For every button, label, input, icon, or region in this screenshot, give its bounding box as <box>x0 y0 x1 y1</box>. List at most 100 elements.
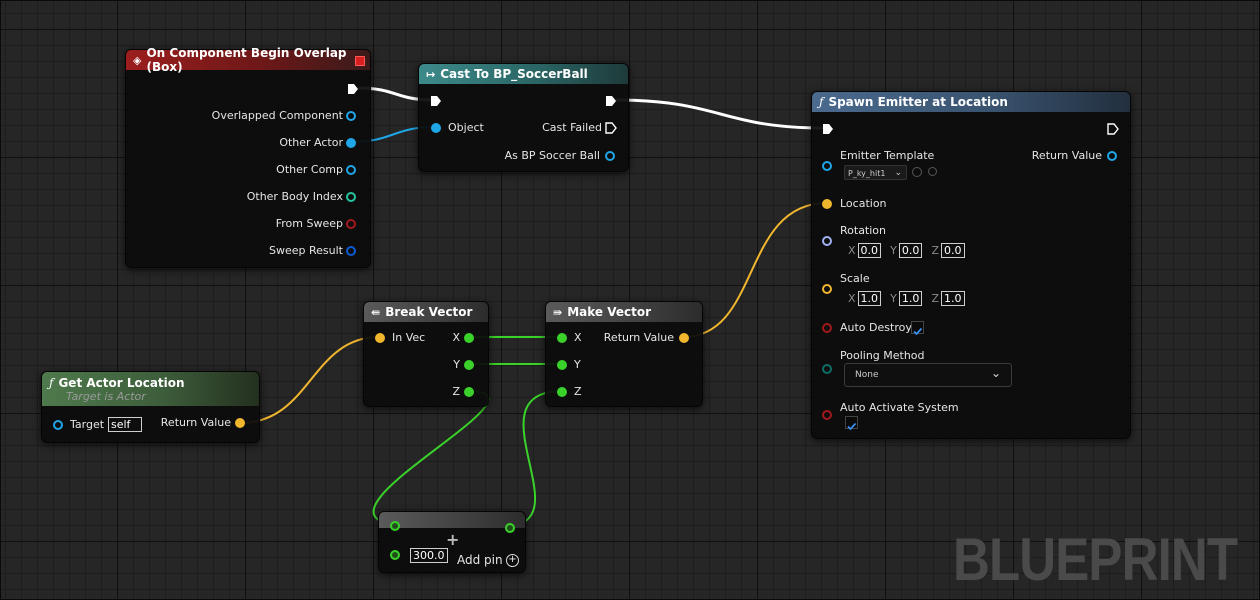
node-subtitle: Target is Actor <box>66 389 146 403</box>
cast-node[interactable]: ↦ Cast To BP_SoccerBall Object Cast Fail… <box>418 63 629 172</box>
rotation-z-input[interactable]: 0.0 <box>941 243 965 258</box>
y-label: Y <box>890 292 897 305</box>
cast-arrow-icon: ↦ <box>426 67 436 81</box>
break-vector-node[interactable]: ⇚ Break Vector In Vec X Y Z <box>363 301 489 407</box>
make-struct-icon: ⇛ <box>553 305 563 319</box>
float-wire-add-to-z[interactable] <box>508 390 562 527</box>
y-label: Y <box>890 244 897 257</box>
exec-output-pin[interactable] <box>605 95 617 107</box>
float-pin-icon[interactable] <box>557 360 567 370</box>
exec-input-pin[interactable] <box>822 123 834 135</box>
int-pin-icon[interactable] <box>346 192 356 202</box>
pin-location: Location <box>840 197 887 210</box>
pin-y: Y <box>453 358 460 371</box>
exec-output-pin[interactable] <box>347 83 359 95</box>
checkmark-icon <box>913 327 923 336</box>
auto-destroy-checkbox[interactable] <box>911 321 924 336</box>
pin-auto-activate-system: Auto Activate System <box>840 401 959 414</box>
vector-pin-icon[interactable] <box>375 333 385 343</box>
add-pin-label[interactable]: Add pin <box>457 553 503 567</box>
bool-pin-icon[interactable] <box>822 410 832 420</box>
vector-pin-icon[interactable] <box>822 284 832 294</box>
browse-asset-search-icon[interactable] <box>928 167 937 176</box>
pin-x: X <box>452 331 460 344</box>
add-operator-icon: + <box>446 530 460 549</box>
scale-fields: X 1.0 Y 1.0 Z 1.0 <box>848 287 965 306</box>
add-value-input[interactable]: 300.0 <box>410 548 448 563</box>
pin-auto-destroy: Auto Destroy <box>840 321 912 334</box>
vector-wire-make-to-location[interactable] <box>682 202 828 338</box>
event-node-begin-overlap[interactable]: ◈ On Component Begin Overlap (Box) Overl… <box>125 46 371 268</box>
spawn-emitter-node[interactable]: ƒ Spawn Emitter at Location Emitter Temp… <box>811 91 1131 439</box>
scale-x-input[interactable]: 1.0 <box>857 291 882 306</box>
vector-pin-icon[interactable] <box>822 199 832 209</box>
checkmark-icon <box>847 422 857 431</box>
blueprint-watermark: BLUEPRINT <box>953 526 1238 593</box>
exec-input-pin[interactable] <box>430 95 442 107</box>
node-close-icon[interactable] <box>355 56 365 66</box>
exec-output-pin[interactable] <box>605 122 617 134</box>
vector-wire-getloc-to-break[interactable] <box>239 336 380 424</box>
make-vector-node[interactable]: ⇛ Make Vector X Y Z Return Value <box>545 301 703 407</box>
rotation-y-input[interactable]: 0.0 <box>898 243 923 258</box>
float-pin-icon[interactable] <box>464 360 474 370</box>
rotation-x-input[interactable]: 0.0 <box>857 243 882 258</box>
object-pin-icon[interactable] <box>346 138 356 148</box>
bool-pin-icon[interactable] <box>346 219 356 229</box>
event-diamond-icon: ◈ <box>133 53 142 67</box>
bool-pin-icon[interactable] <box>822 323 832 333</box>
pin-in-vec: In Vec <box>392 331 426 344</box>
object-pin-icon[interactable] <box>346 111 356 121</box>
pin-other-comp: Other Comp <box>276 163 343 176</box>
struct-pin-icon[interactable] <box>346 246 356 256</box>
emitter-template-dropdown[interactable]: P_ky_hit1 ⌄ <box>844 165 907 180</box>
float-pin-icon[interactable] <box>390 521 400 531</box>
float-pin-icon[interactable] <box>464 387 474 397</box>
node-header: ↦ Cast To BP_SoccerBall <box>419 64 628 84</box>
get-actor-location-node[interactable]: ƒ Get Actor Location Target is Actor Tar… <box>41 371 260 443</box>
vector-pin-icon[interactable] <box>235 418 245 428</box>
float-pin-icon[interactable] <box>464 333 474 343</box>
float-pin-icon[interactable] <box>390 550 400 560</box>
add-float-node[interactable]: + 300.0 Add pin + <box>378 511 526 573</box>
pooling-method-dropdown[interactable]: None ⌄ <box>844 363 1012 387</box>
rotator-pin-icon[interactable] <box>822 236 832 246</box>
exec-wire-cast-to-spawn[interactable] <box>614 98 825 130</box>
pin-overlapped-component: Overlapped Component <box>211 109 343 122</box>
pin-y: Y <box>574 358 581 371</box>
pin-x: X <box>574 331 582 344</box>
blueprint-graph-canvas[interactable]: ◈ On Component Begin Overlap (Box) Overl… <box>0 0 1260 600</box>
byte-pin-icon[interactable] <box>822 364 832 374</box>
rotation-fields: X 0.0 Y 0.0 Z 0.0 <box>848 239 965 258</box>
pin-as-soccer-ball: As BP Soccer Ball <box>504 149 600 162</box>
pin-target: Target <box>70 418 105 431</box>
vector-pin-icon[interactable] <box>679 333 689 343</box>
pooling-method-value: None <box>855 370 879 380</box>
object-pin-icon[interactable] <box>346 165 356 175</box>
auto-activate-checkbox[interactable] <box>845 416 858 431</box>
function-icon: ƒ <box>819 95 824 109</box>
break-struct-icon: ⇚ <box>371 305 381 319</box>
use-selected-asset-icon[interactable] <box>912 167 922 177</box>
z-label: Z <box>931 244 940 257</box>
node-header: ⇛ Make Vector <box>546 302 702 322</box>
pin-return-value: Return Value <box>603 331 674 344</box>
float-pin-icon[interactable] <box>557 333 567 343</box>
pin-z: Z <box>452 385 460 398</box>
object-pin-icon[interactable] <box>822 161 832 171</box>
target-self-input[interactable]: self <box>108 417 142 432</box>
pin-other-body-index: Other Body Index <box>246 190 343 203</box>
scale-y-input[interactable]: 1.0 <box>898 291 923 306</box>
float-wire-z-to-add[interactable] <box>372 390 490 526</box>
exec-output-pin[interactable] <box>1107 123 1119 135</box>
float-pin-icon[interactable] <box>557 387 567 397</box>
object-pin-icon[interactable] <box>1107 151 1117 161</box>
object-pin-icon[interactable] <box>53 420 63 430</box>
pin-other-actor: Other Actor <box>279 136 343 149</box>
float-pin-icon[interactable] <box>505 523 515 533</box>
scale-z-input[interactable]: 1.0 <box>941 291 965 306</box>
object-pin-icon[interactable] <box>605 151 615 161</box>
object-pin-icon[interactable] <box>431 123 441 133</box>
node-title: Break Vector <box>385 305 473 319</box>
add-circle-icon[interactable]: + <box>506 554 519 567</box>
